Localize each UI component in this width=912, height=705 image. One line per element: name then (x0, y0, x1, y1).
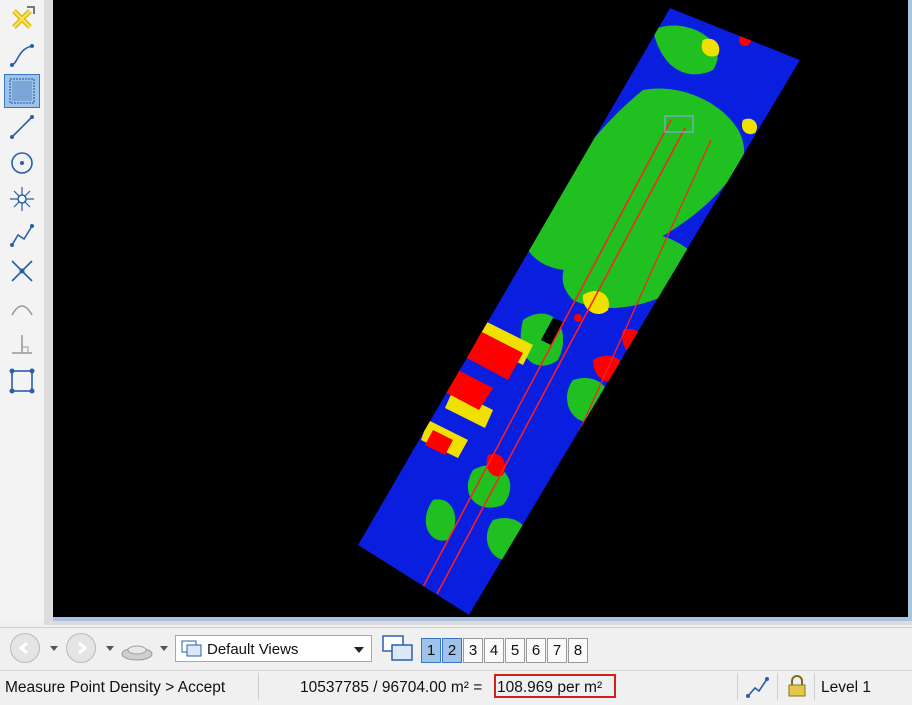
saved-view-button[interactable] (120, 638, 154, 662)
chevron-down-icon (354, 647, 364, 653)
view-toggle-2[interactable]: 2 (442, 638, 462, 663)
draw-circle-icon[interactable] (4, 146, 40, 180)
forward-history-dropdown-icon[interactable] (106, 646, 114, 651)
draw-curve-icon[interactable] (4, 38, 40, 72)
view-navigation-toolbar: Default Views 1 2 3 4 5 6 7 8 (0, 627, 912, 670)
view-groups-button[interactable] (380, 633, 416, 665)
select-element-icon[interactable] (4, 2, 40, 36)
command-prompt: Measure Point Density > Accept (5, 679, 226, 696)
point-density-value: 108.969 per m² (497, 679, 603, 696)
fence-area-icon[interactable] (4, 74, 40, 108)
views-select-label: Default Views (207, 641, 299, 658)
saved-view-dropdown-icon[interactable] (160, 646, 168, 651)
perpendicular-icon[interactable] (4, 326, 40, 360)
view-toggle-3[interactable]: 3 (463, 638, 483, 663)
view-toggle-4[interactable]: 4 (484, 638, 504, 663)
lock-icon (788, 675, 806, 697)
back-history-dropdown-icon[interactable] (50, 646, 58, 651)
back-button[interactable] (10, 633, 40, 663)
view-toggle-6[interactable]: 6 (526, 638, 546, 663)
intersection-icon[interactable] (4, 254, 40, 288)
views-icon (181, 640, 202, 657)
arrow-right-icon (78, 641, 88, 655)
default-views-select[interactable]: Default Views (175, 635, 372, 662)
arrow-left-icon (18, 641, 28, 655)
view-toggle-1[interactable]: 1 (421, 638, 441, 663)
view-groups-icon (382, 635, 413, 661)
forward-button[interactable] (66, 633, 96, 663)
active-level[interactable]: Level 1 (821, 679, 871, 697)
status-divider (814, 673, 815, 700)
points-area-readout: 10537785 / 96704.00 m² = (300, 679, 483, 696)
arc-icon[interactable] (4, 290, 40, 324)
view-toggle-8[interactable]: 8 (568, 638, 588, 663)
status-divider (258, 673, 259, 700)
snap-icon (746, 677, 769, 698)
lock-toggle[interactable] (785, 674, 809, 698)
draw-linestring-icon[interactable] (4, 218, 40, 252)
point-cloud-viewport[interactable] (53, 0, 912, 621)
status-divider (777, 673, 778, 700)
status-bar: Measure Point Density > Accept 10537785 … (0, 670, 912, 702)
saved-view-icon (121, 645, 153, 661)
draw-line-icon[interactable] (4, 110, 40, 144)
place-point-icon[interactable] (4, 182, 40, 216)
view-toggle-5[interactable]: 5 (505, 638, 525, 663)
point-density-map (358, 8, 800, 615)
view-toggle-7[interactable]: 7 (547, 638, 567, 663)
status-divider (737, 673, 738, 700)
fit-view-icon[interactable] (4, 364, 40, 398)
tool-palette (0, 0, 45, 620)
snap-mode-button[interactable] (745, 674, 771, 700)
